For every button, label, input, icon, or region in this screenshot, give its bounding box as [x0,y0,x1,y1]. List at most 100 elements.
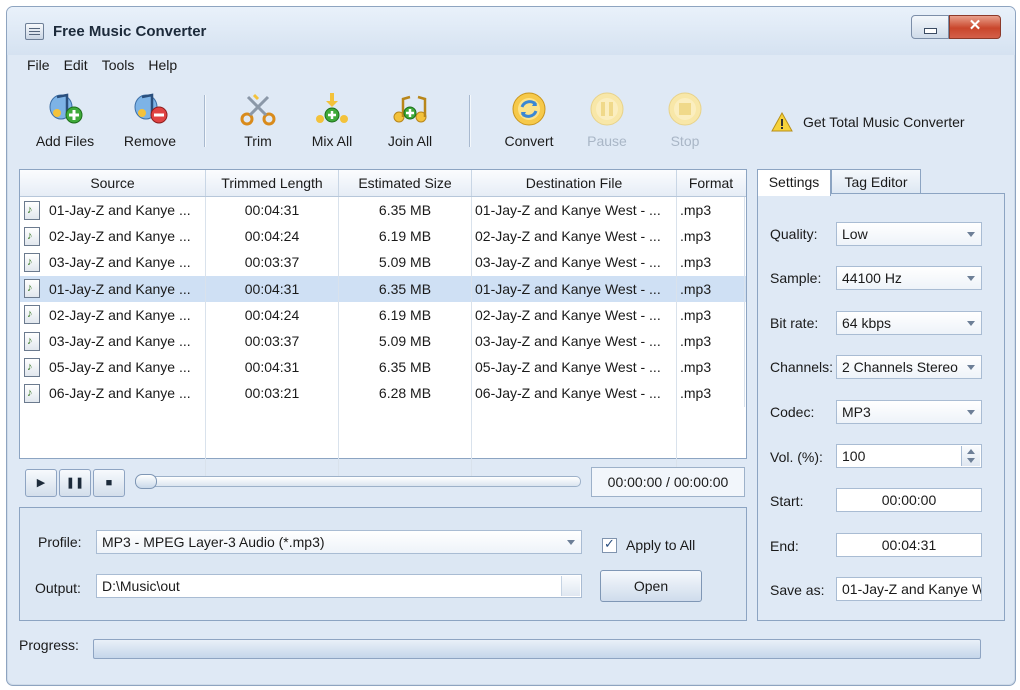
profile-label: Profile: [38,534,82,550]
size-cell: 6.35 MB [339,197,472,224]
audio-file-icon [24,226,40,246]
mix-all-button[interactable]: Mix All [297,91,367,149]
size-cell: 6.28 MB [339,380,472,407]
tab-tag-editor[interactable]: Tag Editor [831,169,921,195]
stop-label: Stop [670,133,700,149]
file-list-table[interactable]: Source Trimmed Length Estimated Size Des… [19,169,747,484]
close-button[interactable]: ✕ [949,15,1001,39]
sample-select[interactable]: 44100 Hz [836,266,982,290]
convert-button[interactable]: Convert [494,91,564,149]
apply-all-checkbox[interactable] [602,536,617,553]
add-files-button[interactable]: Add Files [30,91,100,149]
table-row[interactable]: 06-Jay-Z and Kanye ... 00:03:216.28 MB06-… [20,380,746,407]
output-settings-panel: Profile: MP3 - MPEG Layer-3 Audio (*.mp3… [19,507,747,621]
progress-label: Progress: [19,637,79,653]
table-row[interactable]: 02-Jay-Z and Kanye ... 00:04:246.19 MB02-… [20,301,746,328]
browse-button[interactable] [561,576,580,596]
player-pause-button[interactable]: ❚❚ [59,469,91,497]
scissors-icon [238,91,278,127]
player-stop-button[interactable]: ■ [93,469,125,497]
volume-label: Vol. (%): [770,449,823,465]
window-title: Free Music Converter [53,23,207,40]
source-cell: 01-Jay-Z and Kanye ... [49,280,191,297]
warning-icon [771,111,793,132]
app-icon[interactable] [25,23,44,40]
audio-file-icon [24,331,40,351]
mix-icon [312,91,352,127]
output-path-input[interactable]: D:\Music\out [96,574,582,598]
table-row[interactable]: 02-Jay-Z and Kanye ... 00:04:246.19 MB02-… [20,223,746,250]
minimize-button[interactable] [911,15,949,39]
progress-bar [93,639,981,659]
save-as-field[interactable]: 01-Jay-Z and Kanye W [836,577,982,601]
play-button[interactable]: ▶ [25,469,57,497]
player-controls: ▶ ❚❚ ■ 00:00:00 / 00:00:00 [19,465,745,499]
dest-cell: 03-Jay-Z and Kanye West - ... [472,249,677,276]
remove-icon [130,91,170,127]
audio-file-icon [24,252,40,272]
promo-link[interactable]: Get Total Music Converter [771,111,965,132]
title-bar[interactable]: Free Music Converter ✕ [7,7,1015,55]
convert-label: Convert [504,133,554,149]
table-row-selected[interactable]: 01-Jay-Z and Kanye ... 00:04:316.35 MB01-… [20,275,746,302]
table-row[interactable]: 03-Jay-Z and Kanye ... 00:03:375.09 MB03-… [20,327,746,355]
menu-help[interactable]: Help [148,57,177,73]
audio-file-icon [24,279,40,299]
menu-edit[interactable]: Edit [64,57,88,73]
table-row[interactable]: 03-Jay-Z and Kanye ... 00:03:375.09 MB03-… [20,249,746,276]
add-files-label: Add Files [35,133,95,149]
size-cell: 6.35 MB [339,354,472,381]
toolbar-separator [469,95,470,147]
stop-button[interactable]: Stop [650,91,720,149]
format-cell: .mp3 [677,327,745,355]
join-all-label: Join All [387,133,433,149]
save-as-label: Save as: [770,582,825,598]
table-row[interactable]: 05-Jay-Z and Kanye ... 00:04:316.35 MB05-… [20,354,746,381]
length-cell: 00:03:21 [206,380,339,407]
profile-value: MP3 - MPEG Layer-3 Audio (*.mp3) [102,534,325,550]
column-header-source[interactable]: Source [20,170,206,196]
size-cell: 5.09 MB [339,327,472,355]
trim-button[interactable]: Trim [223,91,293,149]
chevron-down-icon [967,321,975,326]
chevron-down-icon [567,540,575,545]
format-cell: .mp3 [677,249,745,276]
column-header-destination-file[interactable]: Destination File [472,170,677,196]
column-header-format[interactable]: Format [677,170,745,196]
seek-slider[interactable] [135,474,581,489]
source-cell: 05-Jay-Z and Kanye ... [49,359,191,376]
source-cell: 02-Jay-Z and Kanye ... [49,306,191,323]
length-cell: 00:03:37 [206,327,339,355]
menu-bar: File Edit Tools Help [27,57,191,73]
quality-select[interactable]: Low [836,222,982,246]
seek-handle[interactable] [135,474,157,489]
pause-button[interactable]: Pause [572,91,642,149]
audio-file-icon [24,305,40,325]
column-header-trimmed-length[interactable]: Trimmed Length [206,170,339,196]
dest-cell: 06-Jay-Z and Kanye West - ... [472,380,677,407]
length-cell: 00:04:31 [206,197,339,224]
column-header-estimated-size[interactable]: Estimated Size [339,170,472,196]
volume-spinner[interactable]: 100 [836,444,982,468]
codec-select[interactable]: MP3 [836,400,982,424]
remove-button[interactable]: Remove [115,91,185,149]
length-cell: 00:04:24 [206,223,339,250]
tab-settings[interactable]: Settings [757,169,831,196]
format-cell: .mp3 [677,197,745,224]
channels-select[interactable]: 2 Channels Stereo [836,355,982,379]
format-cell: .mp3 [677,275,745,302]
bitrate-select[interactable]: 64 kbps [836,311,982,335]
start-time-field[interactable]: 00:00:00 [836,488,982,512]
bitrate-label: Bit rate: [770,315,819,331]
table-row[interactable]: 01-Jay-Z and Kanye ... 00:04:316.35 MB01-… [20,197,746,224]
end-time-field[interactable]: 00:04:31 [836,533,982,557]
quality-label: Quality: [770,226,818,242]
menu-tools[interactable]: Tools [102,57,135,73]
output-label: Output: [35,580,81,596]
open-button[interactable]: Open [600,570,702,602]
menu-file[interactable]: File [27,57,50,73]
join-all-button[interactable]: Join All [375,91,445,149]
spinner-arrows-icon[interactable] [961,446,980,466]
profile-select[interactable]: MP3 - MPEG Layer-3 Audio (*.mp3) [96,530,582,554]
source-cell: 03-Jay-Z and Kanye ... [49,333,191,350]
